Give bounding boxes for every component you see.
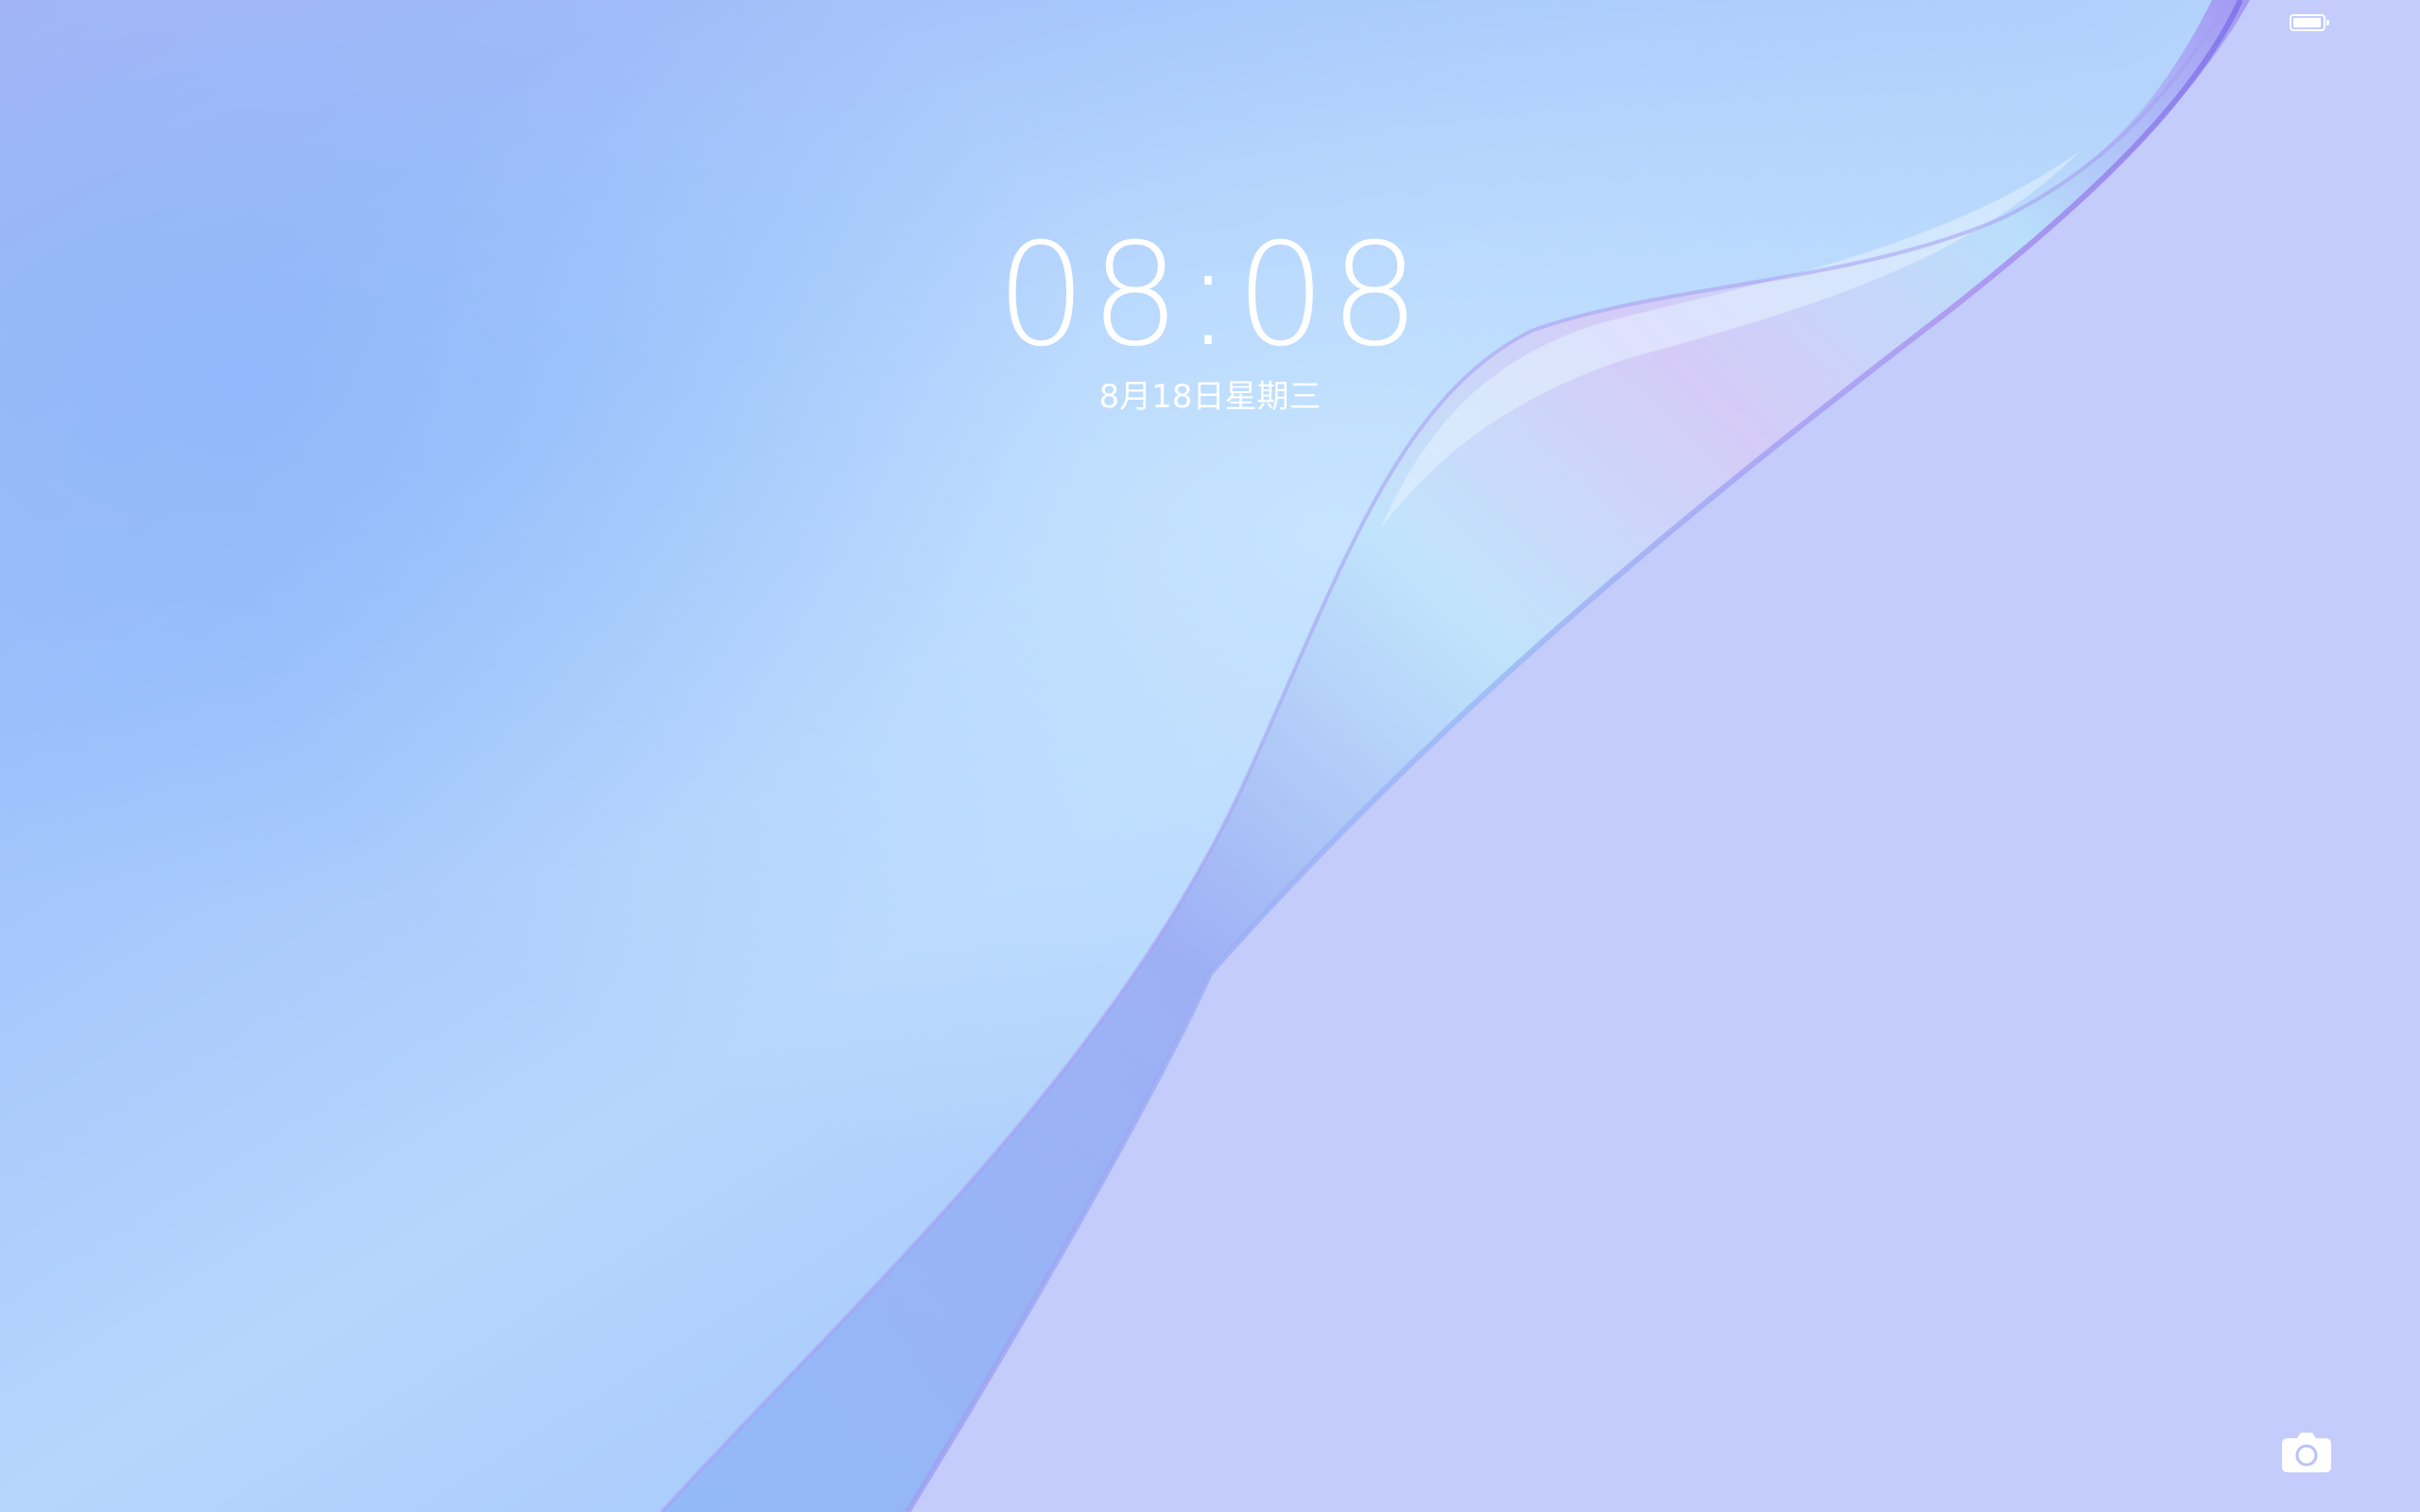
battery-nub <box>2326 20 2329 26</box>
lockscreen-date: 8月18日星期三 <box>1098 378 1322 416</box>
camera-icon <box>2282 1433 2331 1472</box>
status-bar <box>0 0 2420 45</box>
battery-level <box>2293 18 2321 27</box>
battery-icon <box>2290 14 2329 31</box>
lockscreen-clock: 08:08 <box>995 214 1425 378</box>
camera-shortcut-button[interactable] <box>2278 1429 2335 1476</box>
